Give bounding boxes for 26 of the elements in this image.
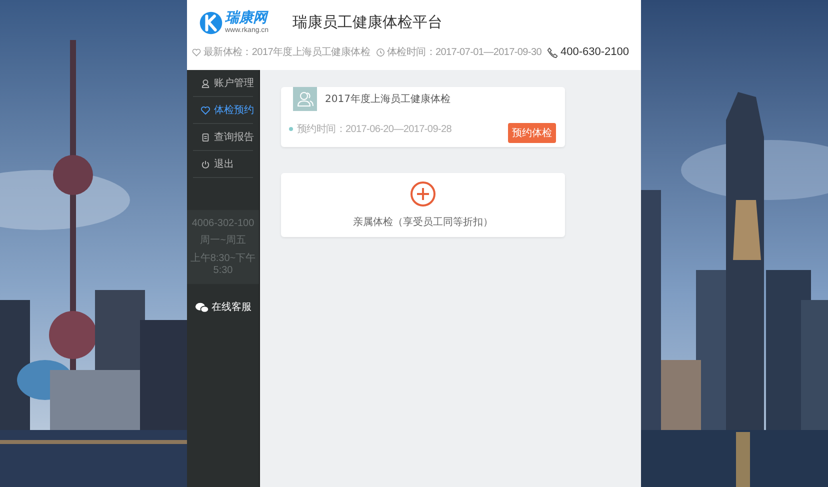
hotline-text: 4006-302-100 <box>192 218 254 229</box>
power-icon <box>201 160 210 168</box>
clock-icon <box>376 48 385 56</box>
add-relative-label: 亲属体检（享受员工同等折扣） <box>353 216 493 229</box>
nav-item[interactable]: 查询报告 <box>193 124 253 151</box>
logo-icon <box>199 10 223 34</box>
platform-title: 瑞康员工健康体检平台 <box>292 13 443 32</box>
exam-title: 2017年度上海员工健康体检 <box>325 92 450 106</box>
service-hours: 上午8:30~下午5:30 <box>189 252 257 276</box>
phone-icon <box>547 46 558 58</box>
nav-item[interactable]: 账户管理 <box>193 70 253 97</box>
chat-icon <box>194 302 208 312</box>
info-text: 最新体检：2017年度上海员工健康体检 <box>203 46 370 59</box>
add-icon[interactable] <box>410 181 436 207</box>
service-days: 周一~周五 <box>200 233 246 247</box>
booking-time: 预约时间：2017-06-20—2017-09-28 <box>297 122 453 136</box>
nav-item[interactable]: 退出 <box>193 151 253 178</box>
logo-name: 瑞康网 <box>225 10 269 26</box>
document-icon <box>201 132 210 142</box>
info-text: 体检时间：2017-07-01—2017-09-30 <box>386 46 542 59</box>
online-service-link[interactable]: 在线客服 <box>187 296 259 318</box>
heart-icon <box>201 106 210 114</box>
phone-number: 400-630-2100 <box>560 46 629 58</box>
heart-icon <box>192 48 202 56</box>
user-icon <box>201 78 210 88</box>
nav-item[interactable]: 体检预约 <box>193 97 253 124</box>
